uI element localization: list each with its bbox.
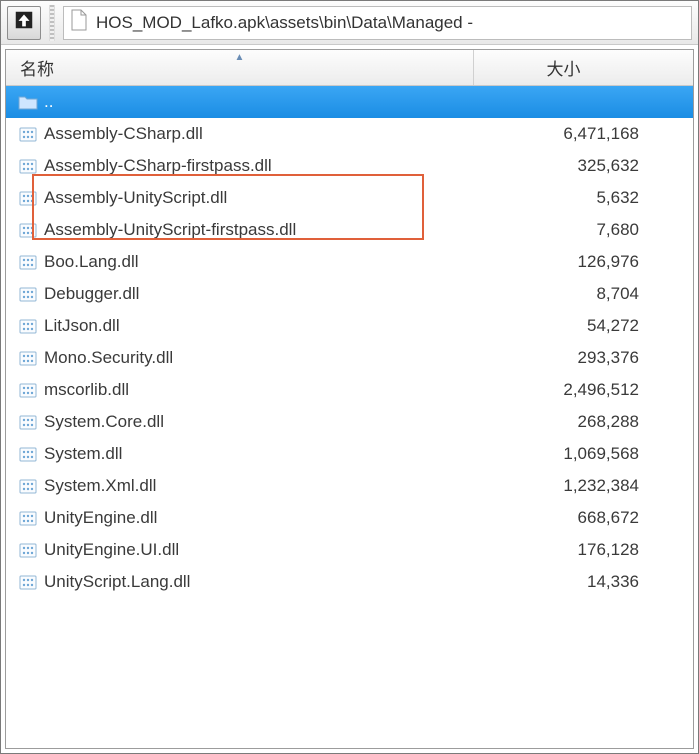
file-size: 325,632 bbox=[474, 156, 683, 176]
file-size: 126,976 bbox=[474, 252, 683, 272]
file-row[interactable]: System.Xml.dll1,232,384 bbox=[6, 470, 693, 502]
file-manager-window: HOS_MOD_Lafko.apk\assets\bin\Data\Manage… bbox=[0, 0, 699, 754]
file-name: UnityEngine.dll bbox=[44, 508, 474, 528]
file-row[interactable]: UnityEngine.dll668,672 bbox=[6, 502, 693, 534]
file-row[interactable]: mscorlib.dll2,496,512 bbox=[6, 374, 693, 406]
parent-dir-label: .. bbox=[44, 92, 474, 112]
file-row[interactable]: Assembly-CSharp-firstpass.dll325,632 bbox=[6, 150, 693, 182]
file-size: 5,632 bbox=[474, 188, 683, 208]
file-name: System.dll bbox=[44, 444, 474, 464]
dll-icon bbox=[18, 188, 38, 208]
file-name: Debugger.dll bbox=[44, 284, 474, 304]
column-size-label: 大小 bbox=[547, 60, 581, 79]
column-header-size[interactable]: 大小 bbox=[474, 55, 693, 80]
file-size: 176,128 bbox=[474, 540, 683, 560]
file-name: Assembly-UnityScript.dll bbox=[44, 188, 474, 208]
file-size: 293,376 bbox=[474, 348, 683, 368]
file-row[interactable]: UnityEngine.UI.dll176,128 bbox=[6, 534, 693, 566]
toolbar-grip[interactable] bbox=[49, 5, 55, 41]
file-name: LitJson.dll bbox=[44, 316, 474, 336]
dll-icon bbox=[18, 252, 38, 272]
file-list: 名称 ▲ 大小 .. Assembly-CSharp.dll6,471,168 bbox=[5, 49, 694, 749]
file-row[interactable]: LitJson.dll54,272 bbox=[6, 310, 693, 342]
file-size: 6,471,168 bbox=[474, 124, 683, 144]
dll-icon bbox=[18, 220, 38, 240]
file-name: Assembly-UnityScript-firstpass.dll bbox=[44, 220, 474, 240]
file-size: 1,069,568 bbox=[474, 444, 683, 464]
parent-dir-row[interactable]: .. bbox=[6, 86, 693, 118]
dll-icon bbox=[18, 412, 38, 432]
file-row[interactable]: Assembly-UnityScript.dll5,632 bbox=[6, 182, 693, 214]
dll-icon bbox=[18, 476, 38, 496]
dll-icon bbox=[18, 572, 38, 592]
column-header-name[interactable]: 名称 ▲ bbox=[6, 50, 474, 85]
file-name: System.Xml.dll bbox=[44, 476, 474, 496]
file-size: 54,272 bbox=[474, 316, 683, 336]
file-row[interactable]: Debugger.dll8,704 bbox=[6, 278, 693, 310]
dll-icon bbox=[18, 284, 38, 304]
file-icon bbox=[70, 9, 88, 36]
sort-asc-icon: ▲ bbox=[235, 52, 245, 63]
dll-icon bbox=[18, 540, 38, 560]
file-size: 2,496,512 bbox=[474, 380, 683, 400]
column-name-label: 名称 bbox=[20, 55, 54, 80]
toolbar: HOS_MOD_Lafko.apk\assets\bin\Data\Manage… bbox=[1, 1, 698, 45]
file-name: System.Core.dll bbox=[44, 412, 474, 432]
dll-icon bbox=[18, 508, 38, 528]
file-name: Boo.Lang.dll bbox=[44, 252, 474, 272]
file-size: 668,672 bbox=[474, 508, 683, 528]
file-row[interactable]: Assembly-CSharp.dll6,471,168 bbox=[6, 118, 693, 150]
file-name: Assembly-CSharp.dll bbox=[44, 124, 474, 144]
file-row[interactable]: System.dll1,069,568 bbox=[6, 438, 693, 470]
file-row[interactable]: System.Core.dll268,288 bbox=[6, 406, 693, 438]
dll-icon bbox=[18, 348, 38, 368]
list-header: 名称 ▲ 大小 bbox=[6, 50, 693, 86]
dll-icon bbox=[18, 380, 38, 400]
file-name: UnityEngine.UI.dll bbox=[44, 540, 474, 560]
up-button[interactable] bbox=[7, 6, 41, 40]
address-bar[interactable]: HOS_MOD_Lafko.apk\assets\bin\Data\Manage… bbox=[63, 6, 692, 40]
file-row[interactable]: Boo.Lang.dll126,976 bbox=[6, 246, 693, 278]
file-name: mscorlib.dll bbox=[44, 380, 474, 400]
file-row[interactable]: UnityScript.Lang.dll14,336 bbox=[6, 566, 693, 598]
file-size: 1,232,384 bbox=[474, 476, 683, 496]
dll-icon bbox=[18, 444, 38, 464]
file-name: UnityScript.Lang.dll bbox=[44, 572, 474, 592]
file-size: 268,288 bbox=[474, 412, 683, 432]
rows-container: .. Assembly-CSharp.dll6,471,168 Assembly… bbox=[6, 86, 693, 598]
dll-icon bbox=[18, 124, 38, 144]
dll-icon bbox=[18, 316, 38, 336]
file-size: 8,704 bbox=[474, 284, 683, 304]
file-name: Assembly-CSharp-firstpass.dll bbox=[44, 156, 474, 176]
address-path: HOS_MOD_Lafko.apk\assets\bin\Data\Manage… bbox=[96, 13, 473, 33]
file-size: 7,680 bbox=[474, 220, 683, 240]
file-size: 14,336 bbox=[474, 572, 683, 592]
up-arrow-icon bbox=[13, 9, 35, 36]
file-row[interactable]: Mono.Security.dll293,376 bbox=[6, 342, 693, 374]
file-row[interactable]: Assembly-UnityScript-firstpass.dll7,680 bbox=[6, 214, 693, 246]
folder-up-icon bbox=[18, 92, 38, 112]
dll-icon bbox=[18, 156, 38, 176]
file-name: Mono.Security.dll bbox=[44, 348, 474, 368]
